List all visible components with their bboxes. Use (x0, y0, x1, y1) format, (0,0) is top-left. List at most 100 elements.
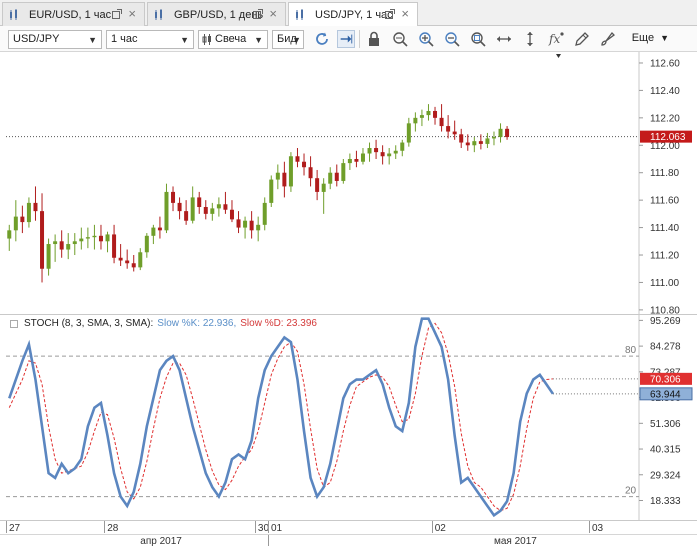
candle-body[interactable] (505, 128, 510, 138)
price-chart[interactable]: 112.60112.40112.20112.00111.80111.60111.… (0, 52, 697, 314)
candle-body[interactable] (243, 220, 248, 228)
candle-body[interactable] (177, 202, 182, 212)
candle-body[interactable] (426, 110, 431, 116)
popout-icon[interactable] (253, 9, 263, 19)
close-icon[interactable]: × (128, 7, 136, 21)
candle-body[interactable] (472, 141, 477, 146)
candle-body[interactable] (380, 152, 385, 157)
candle-body[interactable] (465, 142, 470, 146)
candle-body[interactable] (72, 241, 77, 245)
candle-body[interactable] (249, 220, 254, 231)
candle-body[interactable] (118, 257, 123, 261)
candle-body[interactable] (26, 202, 31, 223)
auto-scroll-icon[interactable] (337, 30, 355, 48)
tab-gbpusd[interactable]: GBP/USD, 1 день × (147, 2, 286, 26)
candle-body[interactable] (393, 150, 398, 154)
zoom-in-icon[interactable] (417, 30, 435, 48)
timeframe-select[interactable]: 1 час ▼ (106, 30, 194, 49)
candle-body[interactable] (334, 172, 339, 181)
horizontal-scale-icon[interactable] (495, 30, 513, 48)
candle-body[interactable] (223, 204, 228, 210)
candle-body[interactable] (85, 237, 90, 239)
chart-type-select[interactable]: Свеча ▼ (198, 30, 268, 49)
candle-body[interactable] (203, 207, 208, 214)
candle-body[interactable] (315, 178, 320, 192)
vertical-scale-icon[interactable] (521, 30, 539, 48)
candle-body[interactable] (452, 131, 457, 135)
candle-body[interactable] (131, 263, 136, 268)
candle-body[interactable] (164, 191, 169, 231)
candle-body[interactable] (354, 158, 359, 162)
candle-body[interactable] (262, 202, 267, 225)
candle-body[interactable] (157, 227, 162, 231)
slow-k-line[interactable] (8, 317, 554, 518)
candle-body[interactable] (446, 126, 451, 132)
close-icon[interactable]: × (269, 7, 277, 21)
candle-body[interactable] (98, 235, 103, 242)
candle-body[interactable] (105, 234, 110, 242)
candle-body[interactable] (288, 156, 293, 187)
candle-body[interactable] (20, 216, 25, 223)
candle-body[interactable] (328, 172, 333, 184)
candle-body[interactable] (40, 211, 45, 269)
candle-body[interactable] (400, 142, 405, 151)
candle-body[interactable] (66, 244, 71, 250)
candle-body[interactable] (360, 153, 365, 162)
popout-icon[interactable] (112, 9, 122, 19)
candle-body[interactable] (92, 235, 97, 238)
candle-body[interactable] (321, 183, 326, 192)
candle-body[interactable] (459, 134, 464, 143)
candle-body[interactable] (387, 153, 392, 157)
candle-body[interactable] (485, 138, 490, 144)
tab-eurusd[interactable]: EUR/USD, 1 час × (2, 2, 145, 26)
candle-body[interactable] (138, 252, 143, 268)
candle-body[interactable] (53, 241, 58, 245)
brush-icon[interactable] (598, 30, 616, 48)
candle-body[interactable] (347, 158, 352, 164)
symbol-select[interactable]: USD/JPY ▼ (8, 30, 102, 49)
stochastic-chart[interactable]: 8020 95.26984.27873.28762.30651.30640.31… (0, 314, 697, 520)
more-menu[interactable]: Еще ▼ (632, 32, 669, 44)
candle-body[interactable] (433, 110, 438, 118)
candle-body[interactable] (13, 216, 18, 231)
candle-body[interactable] (269, 179, 274, 203)
crosshair-zoom-icon[interactable] (391, 30, 409, 48)
candle-body[interactable] (184, 211, 189, 221)
candle-body[interactable] (210, 208, 215, 214)
candle-body[interactable] (125, 260, 130, 264)
candle-body[interactable] (308, 167, 313, 179)
candle-body[interactable] (295, 156, 300, 162)
refresh-icon[interactable] (313, 30, 331, 48)
candle-body[interactable] (491, 137, 496, 139)
zoom-fit-icon[interactable] (469, 30, 487, 48)
candle-body[interactable] (367, 148, 372, 154)
candle-body[interactable] (190, 197, 195, 221)
candle-body[interactable] (216, 204, 221, 209)
candle-body[interactable] (419, 115, 424, 118)
candle-body[interactable] (112, 234, 117, 258)
candle-body[interactable] (302, 161, 307, 168)
legend-settings-box[interactable] (10, 319, 18, 328)
lock-icon[interactable] (365, 30, 383, 48)
candle-body[interactable] (256, 224, 261, 231)
pencil-draw-icon[interactable] (573, 30, 591, 48)
candle-body[interactable] (275, 172, 280, 180)
zoom-out-icon[interactable] (443, 30, 461, 48)
candle-body[interactable] (151, 227, 156, 236)
candle-body[interactable] (498, 128, 503, 138)
candle-body[interactable] (413, 117, 418, 124)
candle-body[interactable] (374, 148, 379, 153)
candle-body[interactable] (144, 235, 149, 253)
candle-body[interactable] (33, 202, 38, 212)
candle-body[interactable] (282, 172, 287, 187)
close-icon[interactable]: × (401, 7, 409, 21)
candle-body[interactable] (46, 244, 51, 269)
candle-body[interactable] (229, 209, 234, 220)
candle-body[interactable] (406, 123, 411, 143)
candle-body[interactable] (59, 241, 64, 250)
candle-body[interactable] (439, 117, 444, 127)
candle-body[interactable] (478, 141, 483, 144)
candle-body[interactable] (79, 238, 84, 242)
candle-body[interactable] (7, 230, 12, 239)
popout-icon[interactable] (385, 9, 395, 19)
